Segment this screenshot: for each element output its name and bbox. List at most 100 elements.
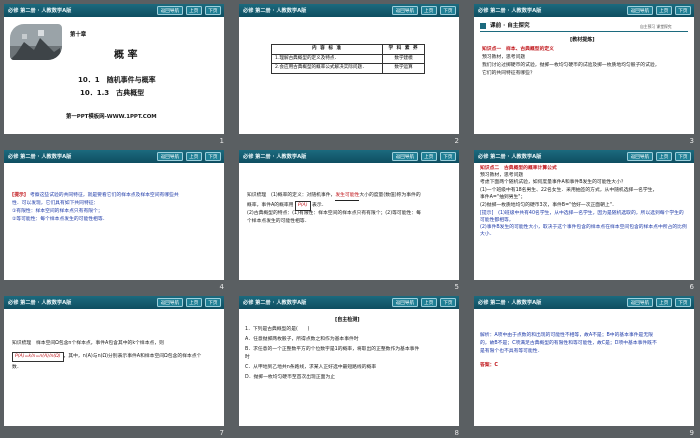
next-page-button[interactable]: 下页	[674, 6, 691, 15]
section-banner: 课前 · 自主探究 自主预习 课堂探究	[480, 22, 688, 32]
prev-page-button[interactable]: 上页	[185, 298, 202, 307]
text-line: 事件A="抽到男生"；	[480, 195, 526, 200]
option-b: B．求任意的一个正整数平方的个位数字是1的概率，将取出的正整数作为基本事件	[245, 347, 420, 352]
text-span: 表示．	[312, 203, 327, 208]
slide-1[interactable]: 必修 第二册 · 人教数学A版 返回导航 上页 下页 第十章 概 率 10．1 …	[4, 4, 224, 134]
back-nav-button[interactable]: 返回导航	[157, 298, 183, 307]
next-page-button[interactable]: 下页	[204, 298, 221, 307]
next-page-button[interactable]: 下页	[439, 6, 456, 15]
slide-header: 必修 第二册 · 人教数学A版 返回导航 上页 下页	[239, 150, 459, 163]
text-span: 大小的度量(数值)称为事件的	[359, 193, 421, 198]
text-line: 预习教材，思考问题	[480, 173, 524, 178]
table-cell: 2.会应用古典概型的概率公式解决实际问题．	[270, 63, 384, 74]
back-nav-button[interactable]: 返回导航	[157, 6, 183, 15]
next-page-button[interactable]: 下页	[674, 152, 691, 161]
slide-6[interactable]: 必修 第二册 · 人教数学A版 返回导航 上页 下页 知识点二 古典概型的概率计…	[474, 150, 694, 280]
next-page-button[interactable]: 下页	[674, 298, 691, 307]
text-line: (2)抛掷一枚质地均匀的硬币3次，事件B="恰好一次正面朝上"．	[480, 203, 617, 208]
prev-page-button[interactable]: 上页	[420, 298, 437, 307]
header-title: 必修 第二册 · 人教数学A版	[8, 300, 72, 306]
slide-number: 3	[689, 137, 694, 145]
section-tag: [自主检测]	[335, 317, 360, 323]
slide-number: 5	[454, 283, 459, 291]
slide-8[interactable]: 必修 第二册 · 人教数学A版 返回导航 上页 下页 [自主检测] 1．下列是古…	[239, 296, 459, 426]
banner-square-icon	[480, 23, 486, 29]
header-title: 必修 第二册 · 人教数学A版	[478, 154, 542, 160]
header-title: 必修 第二册 · 人教数学A版	[243, 154, 307, 160]
option-b-cont: 时	[245, 355, 250, 360]
section-heading-1: 10．1 随机事件与概率	[78, 76, 156, 84]
table-cell: 数学运算	[382, 63, 425, 74]
back-nav-button[interactable]: 返回导航	[627, 6, 653, 15]
text-line: (2)古典概型的特点：(1)有限性：样本空间的样本点只有有限个；(2)等可能性：…	[247, 211, 421, 216]
cover-photo	[10, 24, 62, 60]
back-nav-button[interactable]: 返回导航	[392, 6, 418, 15]
prev-page-button[interactable]: 上页	[185, 152, 202, 161]
option-d: D．抛掷一枚均匀硬币至首次出现正面为止	[245, 375, 336, 380]
next-page-button[interactable]: 下页	[204, 152, 221, 161]
solution-line: 是有限个也不具有等可能性．	[480, 349, 543, 354]
table-row: 2.会应用古典概型的概率公式解决实际问题． 数学运算	[270, 63, 425, 74]
section-tag: [教材提炼]	[570, 37, 595, 43]
slide-header: 必修 第二册 · 人教数学A版 返回导航 上页 下页	[474, 150, 694, 163]
solution-line: 的，故B不是；C项满足古典概型的有限性和等可能性，故C是；D项中基本事件既不	[480, 341, 657, 346]
slide-header: 必修 第二册 · 人教数学A版 返回导航 上页 下页	[4, 150, 224, 163]
back-nav-button[interactable]: 返回导航	[627, 152, 653, 161]
table-row: 1.理解古典概型的定义及特点． 数学建模	[270, 53, 425, 65]
text-line: (1)一个班级中有18名男生、22名女生．采用抽签的方式，从中随机选择一名学生，	[480, 188, 658, 193]
option-a: A．任意抛掷两枚骰子，所得点数之和作为基本事件时	[245, 337, 359, 342]
slide-number: 9	[689, 429, 694, 437]
slide-9[interactable]: 必修 第二册 · 人教数学A版 返回导航 上页 下页 解析：A项中由于点数的和出…	[474, 296, 694, 426]
template-footer: 第一PPT模板网-WWW.1PPT.COM	[66, 114, 157, 120]
text-line: P(A)=k/n=n(A)/n(Ω) ，其中，n(A)与n(Ω)分别表示事件A和样…	[12, 352, 201, 362]
slide-title: 概 率	[114, 50, 138, 61]
prev-page-button[interactable]: 上页	[420, 6, 437, 15]
back-nav-button[interactable]: 返回导航	[392, 152, 418, 161]
text-line: 个样本点发生的可能性相等．	[247, 219, 310, 224]
slide-number: 4	[219, 283, 224, 291]
slide-number: 1	[219, 137, 224, 145]
slide-5[interactable]: 必修 第二册 · 人教数学A版 返回导航 上页 下页 知识梳理 (1)概率的定义…	[239, 150, 459, 280]
text-line: 性．可以发现，它们具有如下共同特征：	[12, 201, 99, 206]
banner-tabs: 自主预习 课堂探究	[640, 24, 672, 29]
next-page-button[interactable]: 下页	[439, 298, 456, 307]
table-cell: 数学建模	[382, 53, 425, 65]
back-nav-button[interactable]: 返回导航	[392, 298, 418, 307]
next-page-button[interactable]: 下页	[439, 152, 456, 161]
table-header: 学 科 素 养	[382, 44, 425, 55]
text-line: ①有限性：样本空间的样本点只有有限个；	[12, 209, 103, 214]
back-nav-button[interactable]: 返回导航	[627, 298, 653, 307]
section-heading-2: 10．1.3 古典概型	[80, 89, 145, 97]
slide-header: 必修 第二册 · 人教数学A版 返回导航 上页 下页	[239, 4, 459, 17]
prev-page-button[interactable]: 上页	[420, 152, 437, 161]
slide-number: 2	[454, 137, 459, 145]
knowledge-point-title: 知识点一 样本、古典概型的定义	[482, 47, 554, 52]
prev-page-button[interactable]: 上页	[185, 6, 202, 15]
slide-header: 必修 第二册 · 人教数学A版 返回导航 上页 下页	[4, 4, 224, 17]
back-nav-button[interactable]: 返回导航	[157, 152, 183, 161]
slide-2[interactable]: 必修 第二册 · 人教数学A版 返回导航 上页 下页 内 容 标 准 学 科 素…	[239, 4, 459, 134]
prev-page-button[interactable]: 上页	[655, 298, 672, 307]
header-title: 必修 第二册 · 人教数学A版	[8, 8, 72, 14]
formula-box: P(A)=k/n=n(A)/n(Ω)	[12, 352, 64, 362]
slide-7[interactable]: 必修 第二册 · 人教数学A版 返回导航 上页 下页 知识梳理 样本空间Ω包含n…	[4, 296, 224, 426]
text-line: 知识梳理 样本空间Ω包含n个样本点，事件A包含其中的k个样本点，则	[12, 341, 164, 346]
chapter-label: 第十章	[70, 32, 87, 38]
text-span: 概率，事件A的概率用	[247, 203, 294, 208]
hint-line: [提示] (1)班级中共有40名学生，从中选择一名学生，因为是随机选取的，所以选…	[480, 211, 684, 223]
slide-4[interactable]: 必修 第二册 · 人教数学A版 返回导航 上页 下页 [提示] 考察这些试验的共…	[4, 150, 224, 280]
knowledge-point-title: 知识点二 古典概型的概率计算公式	[480, 166, 557, 171]
fill-blank-answer: 发生可能性	[335, 192, 360, 201]
slide-number: 6	[689, 283, 694, 291]
header-title: 必修 第二册 · 人教数学A版	[243, 8, 307, 14]
banner-title: 课前 · 自主探究	[490, 23, 530, 29]
text-line: 考虑下面两个随机试验，如何度量事件A和事件B发生的可能性大小？	[480, 180, 626, 185]
text-span: 知识梳理 (1)概率的定义：对随机事件，	[247, 193, 336, 198]
prev-page-button[interactable]: 上页	[655, 6, 672, 15]
header-title: 必修 第二册 · 人教数学A版	[243, 300, 307, 306]
table-header: 内 容 标 准	[270, 44, 384, 55]
slide-3[interactable]: 必修 第二册 · 人教数学A版 返回导航 上页 下页 课前 · 自主探究 自主预…	[474, 4, 694, 134]
next-page-button[interactable]: 下页	[204, 6, 221, 15]
prev-page-button[interactable]: 上页	[655, 152, 672, 161]
answer-line: 答案：C	[480, 363, 498, 368]
